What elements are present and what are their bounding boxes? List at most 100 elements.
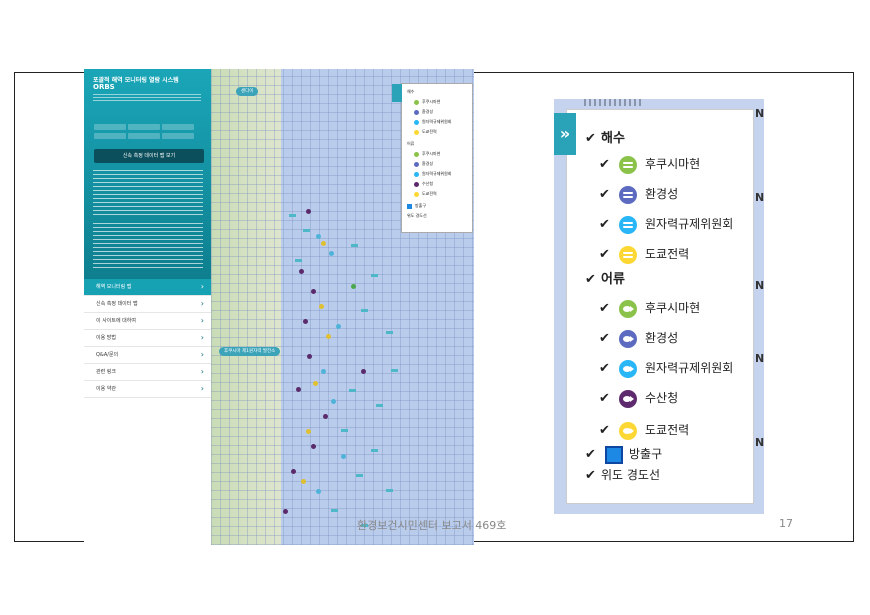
outlet-square-icon [605,445,623,464]
checkbox-checked-icon[interactable]: ✔ [598,420,611,442]
map-sample-point[interactable] [371,274,378,277]
orbs-sidebar: 포괄적 해역 모니터링 열람 시스템 ORBS 신속 측정 데이터 맵 보기 해… [84,69,211,545]
map-marker[interactable] [329,251,334,256]
map-marker[interactable] [316,234,321,239]
map-marker[interactable] [319,304,324,309]
legend-item-seawater-fukushima[interactable]: ✔ 후쿠시마현 [598,153,700,175]
legend-item-fish-moe[interactable]: ✔ 환경성 [598,327,678,349]
map-sample-point[interactable] [386,331,393,334]
legend-item-fish-tepco[interactable]: ✔ 도쿄전력 [598,419,689,441]
checkbox-checked-icon[interactable]: ✔ [584,465,597,487]
legend-item-fish-fisheries[interactable]: ✔ 수산청 [598,387,678,409]
checkbox-checked-icon[interactable]: ✔ [584,128,597,150]
legend-item-gridlines[interactable]: ✔ 위도 경도선 [584,464,660,486]
mini-legend-item[interactable]: 원자력규제위원회 [414,118,451,126]
mini-legend-item[interactable]: 도쿄전력 [414,190,437,198]
checkbox-checked-icon[interactable]: ✔ [598,358,611,380]
map-sample-point[interactable] [289,214,296,217]
mini-legend-seawater[interactable]: 해수 [407,88,414,96]
map-marker[interactable] [301,479,306,484]
checkbox-checked-icon[interactable]: ✔ [584,444,597,466]
mini-legend-item[interactable]: 방출구 [407,202,426,210]
filter-chip[interactable] [128,133,160,139]
menu-item-links[interactable]: 관련 링크 [84,364,211,381]
mini-legend-item[interactable]: 환경성 [414,160,433,168]
map-sample-point[interactable] [376,404,383,407]
legend-item-seawater-tepco[interactable]: ✔ 도쿄전력 [598,243,689,265]
map-sample-point[interactable] [295,259,302,262]
expand-chevron-icon[interactable]: » [554,113,576,155]
map-marker[interactable] [323,414,328,419]
checkbox-checked-icon[interactable]: ✔ [598,388,611,410]
map-sample-point[interactable] [331,509,338,512]
menu-item-usage[interactable]: 이용 방법 [84,330,211,347]
mini-legend-item[interactable]: 후쿠시마현 [414,150,440,158]
map-marker[interactable] [321,369,326,374]
map-sample-point[interactable] [356,474,363,477]
filter-chip[interactable] [94,133,126,139]
legend-seawater-header[interactable]: ✔ 해수 [584,128,625,150]
mini-legend-fish[interactable]: 어류 [407,140,414,148]
filter-chip[interactable] [162,133,194,139]
checkbox-checked-icon[interactable]: ✔ [598,154,611,176]
map-marker[interactable] [313,381,318,386]
map-marker[interactable] [311,444,316,449]
map-sample-point[interactable] [351,244,358,247]
menu-item-about[interactable]: 이 사이트에 대하여 [84,313,211,330]
map-sample-point[interactable] [341,429,348,432]
menu-item-qa[interactable]: Q&A/문의 [84,347,211,364]
map-marker[interactable] [307,354,312,359]
checkbox-checked-icon[interactable]: ✔ [584,269,597,291]
menu-item-monitoring-map[interactable]: 해역 모니터링 맵 [84,279,211,296]
map-city-label[interactable]: 센다이 [236,87,259,96]
map-sample-point[interactable] [361,309,368,312]
legend-item-fish-nra[interactable]: ✔ 원자력규제위원회 [598,357,733,379]
checkbox-checked-icon[interactable]: ✔ [598,298,611,320]
map-marker[interactable] [321,241,326,246]
filter-chip[interactable] [128,124,160,130]
menu-item-rapid-map[interactable]: 신속 측정 데이터 맵 [84,296,211,313]
checkbox-checked-icon[interactable]: ✔ [598,244,611,266]
mini-legend-item[interactable]: 환경성 [414,108,433,116]
checkbox-checked-icon[interactable]: ✔ [598,328,611,350]
map-marker[interactable] [311,289,316,294]
legend-fish-header[interactable]: ✔ 어류 [584,269,625,291]
map-marker[interactable] [316,489,321,494]
checkbox-checked-icon[interactable]: ✔ [598,214,611,236]
map-marker[interactable] [361,369,366,374]
map-sample-point[interactable] [349,389,356,392]
map-marker[interactable] [331,399,336,404]
map-marker[interactable] [283,509,288,514]
rapid-data-map-button[interactable]: 신속 측정 데이터 맵 보기 [94,149,204,163]
filter-chip[interactable] [162,124,194,130]
menu-item-terms[interactable]: 이용 약관 [84,381,211,398]
map-marker[interactable] [296,387,301,392]
legend-item-fish-fukushima[interactable]: ✔ 후쿠시마현 [598,297,700,319]
map-marker[interactable] [341,454,346,459]
legend-item-outlet[interactable]: ✔ 방출구 [584,443,662,465]
mini-legend-item[interactable]: 원자력규제위원회 [414,170,451,178]
mini-legend-item[interactable]: 도쿄전력 [414,128,437,136]
map-plant-label[interactable]: 후쿠시마 제1원자력 발전소 [219,347,281,356]
map-marker[interactable] [306,429,311,434]
map-sample-point[interactable] [391,369,398,372]
map-marker[interactable] [351,284,356,289]
legend-item-seawater-moe[interactable]: ✔ 환경성 [598,183,678,205]
legend-item-seawater-nra[interactable]: ✔ 원자력규제위원회 [598,213,733,235]
map-marker[interactable] [291,469,296,474]
map-marker[interactable] [303,319,308,324]
map-marker[interactable] [299,269,304,274]
map-marker[interactable] [306,209,311,214]
map-marker[interactable] [336,324,341,329]
map-sample-point[interactable] [303,229,310,232]
mini-legend-gridlines[interactable]: 위도 경도선 [407,212,427,220]
checkbox-checked-icon[interactable]: ✔ [598,184,611,206]
mini-legend-item[interactable]: 수산청 [414,180,433,188]
mini-legend-item[interactable]: 후쿠시마현 [414,98,440,106]
monitoring-map[interactable]: 센다이 후쿠시마 제1원자력 발전소 해수 후쿠시마현 환경성 원자력규제위원회… [211,69,474,545]
map-marker[interactable] [326,334,331,339]
map-sample-point[interactable] [371,449,378,452]
filter-chip[interactable] [94,124,126,130]
mini-legend-toggle[interactable] [392,84,402,102]
map-sample-point[interactable] [386,489,393,492]
